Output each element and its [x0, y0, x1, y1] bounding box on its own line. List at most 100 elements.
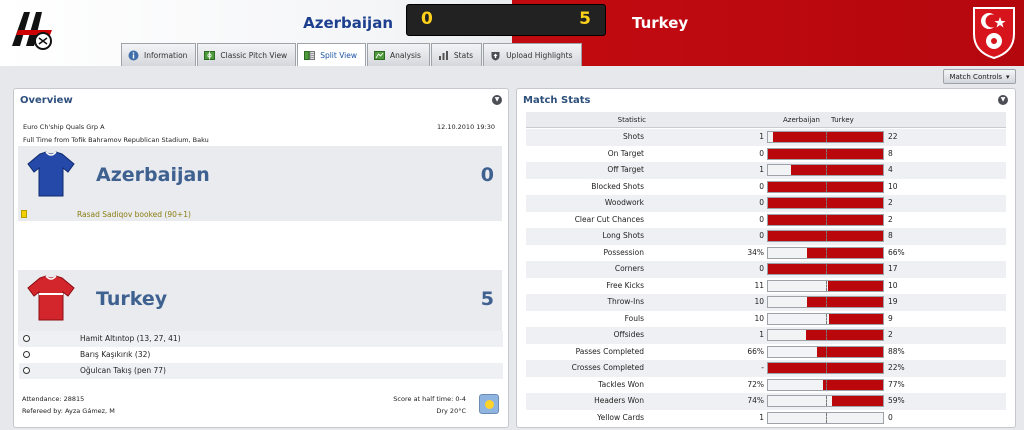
away-share-fill [817, 346, 883, 357]
split-view-icon [304, 50, 316, 61]
bar-midline [826, 396, 827, 406]
stat-label: Possession [603, 247, 644, 257]
stat-row: Woodwork 0 2 [526, 195, 1006, 212]
home-stat-value: 0 [759, 148, 764, 158]
home-stat-value: 1 [759, 165, 764, 174]
away-stat-value: 22 [888, 132, 898, 141]
home-stat-value: 0 [759, 181, 764, 191]
home-team-label: Azerbaijan [96, 164, 210, 186]
stat-row: Clear Cut Chances 0 2 [526, 212, 1006, 229]
bar-midline [826, 412, 827, 423]
stat-row: Headers Won 74% 59% [526, 393, 1006, 410]
tab-label: Upload Highlights [506, 50, 573, 60]
home-stat-value: 10 [754, 313, 764, 323]
azerbaijan-federation-logo [12, 12, 52, 50]
stat-label: Fouls [624, 313, 644, 323]
bar-midline [826, 148, 827, 159]
yellow-card-icon [21, 210, 27, 218]
stat-comparison-bar [767, 395, 884, 407]
tab-label: Split View [320, 50, 357, 60]
away-stat-value: 2 [888, 214, 893, 224]
turkey-federation-crest [973, 7, 1015, 60]
home-score: 0 [421, 9, 433, 29]
stat-comparison-bar [767, 246, 884, 259]
chevron-down-icon: ▾ [1006, 72, 1010, 81]
sunny-icon [479, 394, 499, 414]
bar-midline [826, 181, 827, 192]
stat-row: Corners 0 17 [526, 261, 1006, 278]
tab-label: Classic Pitch View [220, 50, 288, 60]
match-stats-title: Match Stats [523, 95, 591, 106]
away-stat-value: 4 [888, 165, 893, 174]
football-icon [23, 351, 30, 358]
referee: Refereed by: Ayza Gámez, M [22, 407, 115, 415]
bar-midline [826, 231, 827, 241]
bar-midline [826, 363, 827, 373]
stat-comparison-bar [767, 180, 884, 193]
away-stat-value: 8 [888, 231, 893, 240]
away-score: 5 [579, 9, 591, 29]
away-share-fill [807, 297, 883, 307]
stat-comparison-bar [767, 230, 884, 242]
stat-row: Blocked Shots 0 10 [526, 179, 1006, 196]
match-controls-button[interactable]: Match Controls ▾ [943, 69, 1016, 84]
stats-header-row: Statistic Azerbaijan Turkey [526, 112, 1006, 128]
stats-icon [438, 50, 449, 61]
away-column-header: Turkey [831, 116, 854, 124]
pitch-icon [204, 50, 216, 61]
bar-midline [826, 264, 827, 274]
analysis-icon [374, 50, 385, 61]
overview-title: Overview [20, 95, 73, 106]
stat-row: Tackles Won 72% 77% [526, 377, 1006, 394]
away-stat-value: 19 [888, 297, 898, 306]
view-tabs: Information Classic Pitch View Split Vie… [121, 43, 583, 66]
away-stat-value: 10 [888, 181, 898, 191]
tab-label: Analysis [390, 50, 421, 60]
away-share-fill [807, 247, 883, 258]
bar-midline [826, 280, 827, 291]
tab-split-view[interactable]: Split View [297, 43, 366, 66]
stat-row: Long Shots 0 8 [526, 228, 1006, 245]
bar-midline [826, 379, 827, 390]
away-stat-value: 0 [888, 412, 893, 422]
stat-label: Corners [614, 264, 644, 273]
weather: Dry 20°C [436, 407, 466, 415]
stat-row: Off Target 1 4 [526, 162, 1006, 179]
collapse-chevron-icon[interactable]: ▼ [998, 95, 1008, 105]
collapse-chevron-icon[interactable]: ▼ [492, 95, 502, 105]
match-stats-panel: Match Stats ▼ Statistic Azerbaijan Turke… [516, 88, 1016, 428]
bar-midline [826, 198, 827, 208]
away-team-label: Turkey [96, 288, 168, 310]
stat-comparison-bar [767, 263, 884, 275]
away-stat-value: 2 [888, 198, 893, 207]
tab-upload-highlights[interactable]: Upload Highlights [483, 43, 582, 66]
stat-row: Yellow Cards 1 0 [526, 410, 1006, 427]
stat-comparison-bar [767, 296, 884, 308]
stat-comparison-bar [767, 329, 884, 341]
home-stat-value: 1 [759, 412, 764, 422]
goal-scorer: Oğulcan Takış (pen 77) [80, 366, 166, 375]
goal-scorer: Barış Kaşıkırık (32) [80, 350, 151, 359]
home-shirt-icon [27, 151, 75, 197]
away-stat-value: 2 [888, 330, 893, 339]
goal-row: Barış Kaşıkırık (32) [19, 347, 503, 363]
match-controls-label: Match Controls [949, 72, 1003, 81]
halftime-score: Score at half time: 0-4 [393, 395, 466, 403]
stat-label: Blocked Shots [591, 181, 644, 191]
tab-classic-pitch-view[interactable]: Classic Pitch View [197, 43, 297, 66]
tab-label: Stats [453, 50, 474, 60]
bar-midline [826, 313, 827, 324]
away-stat-value: 22% [888, 363, 905, 372]
home-stat-value: - [761, 363, 764, 372]
home-stat-value: 0 [759, 198, 764, 207]
tab-stats[interactable]: Stats [430, 43, 483, 66]
stat-comparison-bar [767, 345, 884, 358]
tab-analysis[interactable]: Analysis [367, 43, 430, 66]
tab-information[interactable]: Information [121, 43, 197, 66]
stat-comparison-bar [767, 362, 884, 374]
home-stat-value: 66% [747, 346, 764, 356]
away-stat-value: 8 [888, 148, 893, 158]
away-share-fill [832, 396, 883, 406]
upload-icon [490, 50, 501, 61]
stat-label: Clear Cut Chances [574, 214, 644, 224]
